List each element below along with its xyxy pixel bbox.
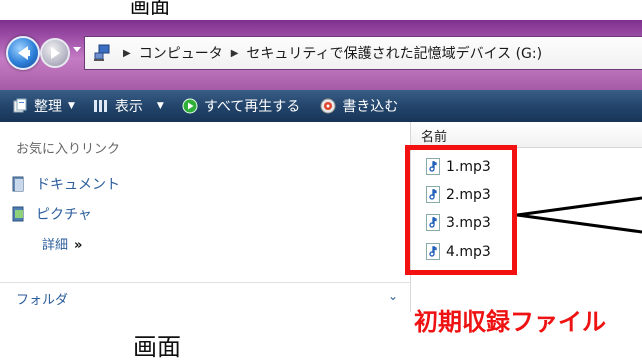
organize-button[interactable]: 整理 ▼ <box>12 96 75 116</box>
files-highlight-box <box>405 145 517 275</box>
burn-button[interactable]: 書き込む <box>320 96 398 116</box>
forward-button[interactable] <box>40 38 70 68</box>
folders-label: フォルダ <box>16 293 69 308</box>
organize-icon <box>12 98 28 114</box>
folders-toggle[interactable]: フォルダ ⌄ <box>0 282 410 312</box>
play-all-button[interactable]: すべて再生する <box>182 96 300 116</box>
crumb-separator-icon: ▶ <box>123 47 131 59</box>
forward-arrow-icon <box>51 47 60 59</box>
history-dropdown-icon[interactable] <box>73 47 81 52</box>
documents-icon <box>12 176 26 192</box>
top-caption: 画面 <box>130 0 170 18</box>
details-label: 詳細 <box>42 238 69 253</box>
play-icon <box>182 98 198 114</box>
chevron-down-icon: ▼ <box>156 101 164 111</box>
views-label: 表示 <box>114 99 143 115</box>
column-name-header[interactable]: 名前 <box>421 126 447 145</box>
breadcrumb-computer[interactable]: コンピュータ <box>139 43 223 63</box>
sidebar-item-documents[interactable]: ドキュメント <box>12 174 120 194</box>
breadcrumb-secure-storage[interactable]: セキュリティで保護された記憶域デバイス (G:) <box>246 43 542 63</box>
pictures-icon <box>12 206 26 222</box>
favorites-header: お気に入りリンク <box>16 142 121 157</box>
sidebar-item-pictures[interactable]: ピクチャ <box>12 204 92 224</box>
initial-files-caption: 初期収録ファイル <box>414 308 606 336</box>
burn-disc-icon <box>320 98 336 114</box>
play-all-label: すべて再生する <box>203 99 301 115</box>
sidebar-item-label: ピクチャ <box>36 207 92 223</box>
double-chevron-icon: » <box>74 238 83 253</box>
burn-label: 書き込む <box>342 99 399 115</box>
sidebar-item-label: ドキュメント <box>36 177 120 193</box>
views-button[interactable]: 表示 ▼ <box>93 96 164 116</box>
command-toolbar: 整理 ▼ 表示 ▼ すべて再生する 書き込む <box>0 90 642 122</box>
details-link[interactable]: 詳細 » <box>42 234 82 253</box>
chevron-down-icon: ▼ <box>68 101 75 111</box>
crumb-separator-icon: ▶ <box>230 47 239 59</box>
navigation-pane: お気に入りリンク ドキュメント ピクチャ 詳細 » フォルダ ⌄ <box>0 122 410 312</box>
back-button[interactable] <box>6 36 40 70</box>
chevron-down-icon: ⌄ <box>388 289 399 303</box>
screen-caption: 画面 <box>133 333 181 360</box>
address-bar[interactable]: ▶ コンピュータ ▶ セキュリティで保護された記憶域デバイス (G:) <box>84 36 642 70</box>
views-icon <box>93 98 109 114</box>
callout-pointer <box>517 196 642 234</box>
back-arrow-icon <box>18 46 30 60</box>
organize-label: 整理 <box>34 99 62 115</box>
computer-icon <box>93 44 111 62</box>
